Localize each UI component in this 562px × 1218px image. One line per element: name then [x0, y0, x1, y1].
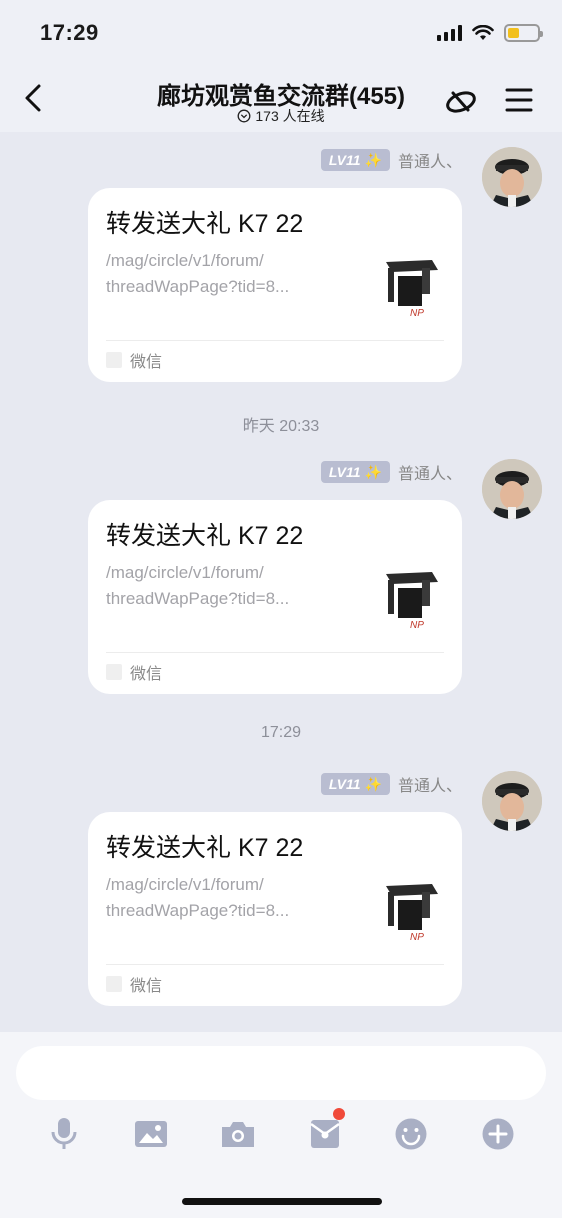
card-title: 转发送大礼 K7 22 — [106, 210, 304, 238]
level-badge: LV11 ✨ — [320, 773, 390, 795]
avatar-image — [482, 147, 542, 207]
source-label: 微信 — [130, 354, 163, 371]
card-desc-line: /mag/circle/v1/forum/ — [106, 251, 264, 270]
sender-name: 普通人、 — [397, 778, 462, 795]
sender-meta: LV11 ✨ 普通人、 — [320, 148, 462, 172]
chevron-circle-icon — [237, 109, 251, 123]
message-item: LV11 ✨ 普通人、 转发送大礼 K7 22 /mag/circle/v1/f… — [0, 444, 562, 696]
avatar-image — [482, 771, 542, 831]
sparkle-icon: ✨ — [364, 463, 382, 480]
svg-text:NP: NP — [410, 620, 424, 631]
online-count: 173 人在线 — [255, 108, 325, 124]
wifi-icon — [472, 25, 494, 40]
status-icons — [437, 24, 543, 42]
red-packet-icon[interactable] — [305, 1108, 345, 1154]
sender-meta: LV11 ✨ 普通人、 — [320, 460, 462, 484]
avatar[interactable] — [482, 771, 542, 831]
input-toolbar — [0, 1108, 562, 1154]
sparkle-icon: ✨ — [364, 151, 382, 168]
card-desc-line: /mag/circle/v1/forum/ — [106, 563, 264, 582]
time-separator: 昨天 20:33 — [242, 418, 320, 435]
emoji-icon[interactable] — [391, 1114, 431, 1154]
status-time: 17:29 — [40, 20, 99, 45]
card-source: 微信 — [106, 972, 162, 996]
card-source: 微信 — [106, 660, 162, 684]
card-desc-line: threadWapPage?tid=8... — [106, 901, 290, 920]
menu-icon[interactable] — [504, 86, 534, 114]
status-bar: 17:29 — [0, 0, 562, 66]
message-item: LV11 ✨ 普通人、 转发送大礼 K7 22 /mag/circle/v1/f… — [0, 756, 562, 1008]
card-desc-line: threadWapPage?tid=8... — [106, 589, 290, 608]
level-badge: LV11 ✨ — [320, 149, 390, 171]
time-separator: 17:29 — [260, 724, 302, 741]
source-label: 微信 — [130, 666, 163, 683]
svg-text:NP: NP — [410, 932, 424, 943]
svg-text:NP: NP — [410, 308, 424, 319]
input-area — [0, 1032, 562, 1218]
level-badge: LV11 ✨ — [320, 461, 390, 483]
camera-icon[interactable] — [218, 1114, 258, 1154]
card-divider — [106, 340, 444, 341]
card-title: 转发送大礼 K7 22 — [106, 522, 304, 550]
card-source: 微信 — [106, 348, 162, 372]
source-app-icon — [106, 664, 122, 680]
avatar-image — [482, 459, 542, 519]
level-text: LV11 — [328, 152, 361, 168]
share-card[interactable]: 转发送大礼 K7 22 /mag/circle/v1/forum/ thread… — [88, 500, 462, 694]
image-icon[interactable] — [131, 1114, 171, 1154]
message-input[interactable] — [16, 1046, 546, 1100]
sender-name: 普通人、 — [397, 154, 462, 171]
chat-list[interactable]: LV11 ✨ 普通人、 转发送大礼 K7 22 /mag/circle/v1/f… — [0, 132, 562, 1032]
card-desc-line: /mag/circle/v1/forum/ — [106, 875, 264, 894]
battery-icon — [504, 24, 543, 42]
chat-header: 廊坊观赏鱼交流群(455) 173 人在线 — [0, 66, 562, 132]
card-desc-line: threadWapPage?tid=8... — [106, 277, 290, 296]
card-divider — [106, 964, 444, 965]
aquarium-lamp-thumbnail: NP — [380, 566, 444, 636]
microphone-icon[interactable] — [44, 1114, 84, 1154]
avatar[interactable] — [482, 147, 542, 207]
avatar[interactable] — [482, 459, 542, 519]
cellular-signal-icon — [437, 25, 462, 41]
home-indicator[interactable] — [182, 1198, 382, 1205]
level-text: LV11 — [328, 464, 361, 480]
sender-name: 普通人、 — [397, 466, 462, 483]
notification-dot — [333, 1108, 345, 1120]
source-label: 微信 — [130, 978, 163, 995]
message-item: LV11 ✨ 普通人、 转发送大礼 K7 22 /mag/circle/v1/f… — [0, 132, 562, 384]
sender-meta: LV11 ✨ 普通人、 — [320, 772, 462, 796]
plus-icon[interactable] — [478, 1114, 518, 1154]
level-text: LV11 — [328, 776, 361, 792]
card-description: /mag/circle/v1/forum/ threadWapPage?tid=… — [106, 560, 336, 612]
card-title: 转发送大礼 K7 22 — [106, 834, 304, 862]
source-app-icon — [106, 352, 122, 368]
aquarium-lamp-thumbnail: NP — [380, 878, 444, 948]
source-app-icon — [106, 976, 122, 992]
share-card[interactable]: 转发送大礼 K7 22 /mag/circle/v1/forum/ thread… — [88, 188, 462, 382]
sparkle-icon: ✨ — [364, 775, 382, 792]
call-icon[interactable] — [442, 84, 480, 118]
card-description: /mag/circle/v1/forum/ threadWapPage?tid=… — [106, 248, 336, 300]
share-card[interactable]: 转发送大礼 K7 22 /mag/circle/v1/forum/ thread… — [88, 812, 462, 1006]
card-divider — [106, 652, 444, 653]
card-description: /mag/circle/v1/forum/ threadWapPage?tid=… — [106, 872, 336, 924]
aquarium-lamp-thumbnail: NP — [380, 254, 444, 324]
